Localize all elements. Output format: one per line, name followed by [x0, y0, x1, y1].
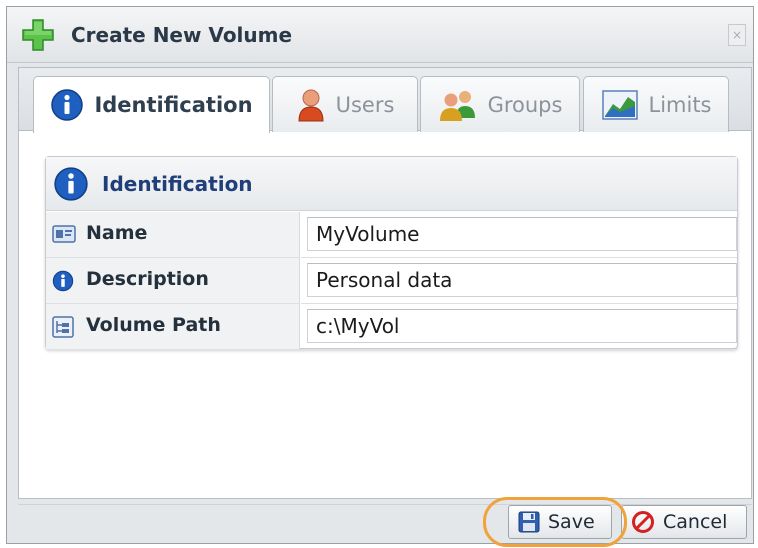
- field-label: Name: [86, 222, 148, 244]
- group-icon: [439, 90, 475, 121]
- field-row-description: Description: [46, 258, 737, 304]
- section-header: Identification: [46, 157, 737, 211]
- tab-strip: Identification Users Groups Limits: [19, 68, 751, 133]
- volume-path-input[interactable]: [307, 309, 737, 343]
- plus-icon: [22, 19, 54, 51]
- info-icon: [51, 89, 84, 121]
- dialog-title: Create New Volume: [71, 23, 293, 47]
- save-button-label: Save: [548, 511, 595, 533]
- tab-label: Limits: [648, 92, 712, 117]
- floppy-disk-icon: [518, 511, 540, 533]
- field-value-cell: [301, 258, 737, 304]
- chart-icon: [601, 89, 638, 120]
- cancel-button-label: Cancel: [663, 511, 728, 533]
- identification-section: Identification Name MyVolume Description…: [45, 156, 738, 350]
- cancel-button[interactable]: Cancel: [621, 505, 747, 539]
- field-row-name: Name: [46, 212, 737, 258]
- tab-label: Users: [335, 92, 395, 117]
- field-label: Volume Path: [86, 314, 221, 336]
- field-value-cell: [301, 304, 737, 350]
- create-volume-dialog: Create New Volume × Identification Users: [6, 6, 754, 547]
- card-icon: [52, 225, 76, 243]
- field-label-cell: Volume Path: [46, 304, 300, 350]
- name-input[interactable]: [307, 217, 737, 251]
- tab-label: Groups: [487, 92, 563, 117]
- save-button[interactable]: Save: [508, 505, 612, 539]
- dialog-footer: Save Cancel: [18, 504, 752, 542]
- close-icon[interactable]: ×: [728, 24, 746, 46]
- description-input[interactable]: [307, 263, 737, 297]
- field-label-cell: Name: [46, 212, 300, 258]
- field-label: Description: [86, 268, 209, 290]
- tab-groups[interactable]: Groups: [420, 76, 580, 132]
- section-title: Identification: [102, 172, 253, 196]
- field-value-cell: [301, 212, 737, 258]
- user-icon: [298, 89, 324, 121]
- dialog-titlebar[interactable]: Create New Volume ×: [7, 7, 753, 63]
- cancel-icon: [632, 511, 654, 533]
- info-icon: [52, 270, 74, 292]
- tab-identification[interactable]: Identification: [33, 76, 270, 133]
- tab-limits[interactable]: Limits: [583, 76, 729, 132]
- dialog-body: Identification Users Groups Limits Ident…: [18, 67, 752, 499]
- folder-tree-icon: [52, 316, 74, 338]
- tab-users[interactable]: Users: [272, 76, 418, 132]
- field-label-cell: Description: [46, 258, 300, 304]
- tab-label: Identification: [94, 93, 253, 117]
- info-icon: [54, 167, 88, 201]
- field-row-volume-path: Volume Path: [46, 304, 737, 350]
